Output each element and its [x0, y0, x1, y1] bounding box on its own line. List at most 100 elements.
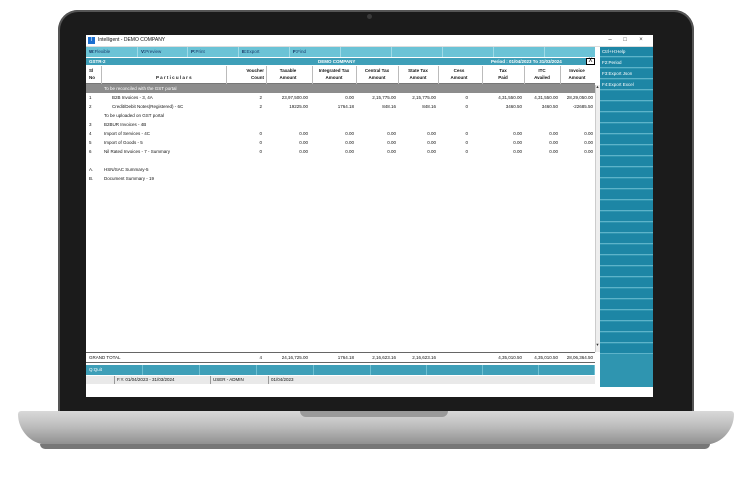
table-row[interactable]: A. HSN/SAC Summary-5 [86, 165, 595, 174]
bottom-empty-button[interactable] [371, 365, 427, 375]
side-empty-button[interactable] [600, 168, 653, 178]
side-button-1[interactable]: F2:Period [600, 58, 653, 68]
cell-cess: 0 [465, 149, 468, 154]
side-empty-button[interactable] [600, 311, 653, 321]
cell-cgst: 0.00 [387, 149, 396, 154]
side-empty-button[interactable] [600, 91, 653, 101]
close-report-button[interactable]: X [586, 58, 595, 65]
toolbar-flexible-button[interactable]: W:Flexible [86, 47, 138, 57]
right-button-panel: Ctrl+H:Help F2:Period F3:Export Json F4:Exp… [600, 47, 653, 387]
toolbar-export-button[interactable]: E:Export [239, 47, 290, 57]
toolbar-print-button[interactable]: P:Print [188, 47, 239, 57]
side-empty-button[interactable] [600, 223, 653, 233]
side-empty-button[interactable] [600, 113, 653, 123]
table-row[interactable] [86, 156, 595, 165]
side-empty-button[interactable] [600, 289, 653, 299]
column-divider [560, 66, 561, 84]
cell-taxpaid: 3460.50 [505, 104, 522, 109]
column-divider [524, 66, 525, 84]
table-row[interactable]: 4 Import of Services - 4C 0 0.00 0.00 0.00 0.0… [86, 129, 595, 138]
company-name: DEMO COMPANY [318, 59, 356, 64]
cell-invoice: 0.00 [584, 140, 593, 145]
cell-sl: B. [89, 176, 94, 181]
cell-taxable: 23,97,500.00 [281, 95, 308, 100]
toolbar-empty-button[interactable] [443, 47, 494, 57]
cell-sl: 1 [89, 95, 92, 100]
bottom-empty-button[interactable] [257, 365, 314, 375]
side-empty-button[interactable] [600, 146, 653, 156]
cell-igst: 0.00 [345, 95, 354, 100]
side-empty-button[interactable] [600, 157, 653, 167]
side-empty-button[interactable] [600, 135, 653, 145]
side-empty-button[interactable] [600, 333, 653, 343]
laptop-trackpad-notch [300, 411, 448, 417]
grand-total-label: GRAND TOTAL [89, 355, 121, 360]
bottom-empty-button[interactable] [539, 365, 595, 375]
side-empty-button[interactable] [600, 234, 653, 244]
webcam-icon [367, 14, 372, 19]
toolbar-find-button[interactable]: F:Find [290, 47, 341, 57]
report-period[interactable]: Period : 01/04/2023 To 31/03/2024 [491, 58, 562, 65]
side-empty-button[interactable] [600, 256, 653, 266]
side-empty-button[interactable] [600, 322, 653, 332]
report-header: GSTR-2 DEMO COMPANY Period : 01/04/2023 … [86, 58, 595, 65]
laptop-base-lip [40, 444, 710, 449]
side-empty-button[interactable] [600, 344, 653, 354]
side-empty-button[interactable] [600, 300, 653, 310]
column-divider [398, 66, 399, 84]
maximize-button[interactable]: □ [619, 36, 631, 45]
table-row[interactable]: 5 Import of Goods - 5 0 0.00 0.00 0.00 0.00 0 0.… [86, 138, 595, 147]
side-empty-button[interactable] [600, 267, 653, 277]
cell-voucher: 2 [259, 95, 262, 100]
table-section-heading-row[interactable]: To be reconciled with the GST portal [86, 84, 595, 93]
side-button-3[interactable]: F4:Export Excel [600, 80, 653, 90]
cell-sl: A. [89, 167, 94, 172]
bottom-empty-button[interactable] [143, 365, 200, 375]
table-row[interactable]: 3 B2BUR Invoices - 4B [86, 120, 595, 129]
cell-particulars: HSN/SAC Summary-5 [104, 167, 149, 172]
column-divider [226, 66, 227, 84]
side-button-0[interactable]: Ctrl+H:Help [600, 47, 653, 57]
side-empty-button[interactable] [600, 190, 653, 200]
side-empty-button[interactable] [600, 245, 653, 255]
status-financial-year: F.Y. 01/04/2023 - 31/03/2024 [114, 376, 174, 384]
toolbar-preview-button[interactable]: V:Preview [138, 47, 188, 57]
side-empty-button[interactable] [600, 278, 653, 288]
cell-sgst: 0.00 [427, 131, 436, 136]
cell-cess: 0 [465, 140, 468, 145]
grand-total-cgst: 2,16,623.16 [372, 355, 396, 360]
cell-invoice: 0.00 [584, 149, 593, 154]
status-date: 01/04/2023 [268, 376, 294, 384]
cell-itc: 0.00 [549, 131, 558, 136]
table-row[interactable]: 2 Credit/Debit Notes(Registered) - 6C 2 192… [86, 102, 595, 111]
table-row[interactable]: To be uploaded on GST portal [86, 111, 595, 120]
bottom-empty-button[interactable] [427, 365, 483, 375]
bottom-empty-button[interactable] [314, 365, 371, 375]
side-button-2[interactable]: F3:Export Json [600, 69, 653, 79]
side-empty-button[interactable] [600, 201, 653, 211]
minimize-button[interactable]: – [604, 36, 616, 45]
toolbar-empty-button[interactable] [392, 47, 443, 57]
toolbar-empty-button[interactable] [494, 47, 545, 57]
side-empty-button[interactable] [600, 212, 653, 222]
close-window-button[interactable]: × [635, 36, 647, 45]
grand-total-voucher: 4 [259, 355, 262, 360]
side-empty-button[interactable] [600, 102, 653, 112]
cell-sl: 2 [89, 104, 92, 109]
table-row[interactable]: 6 Nil Rated Invoices - 7 - Summary 0 0.00 0.… [86, 147, 595, 156]
cell-itc: 0.00 [549, 140, 558, 145]
cell-voucher: 0 [259, 140, 262, 145]
side-empty-button[interactable] [600, 179, 653, 189]
bottom-empty-button[interactable] [483, 365, 539, 375]
table-row[interactable]: 1 B2B Invoices - 3, 4A 2 23,97,500.00 0.00 2,… [86, 93, 595, 102]
quit-button[interactable]: Q:Quit [86, 365, 143, 375]
cell-itc: 0.00 [549, 149, 558, 154]
toolbar-empty-button[interactable] [341, 47, 392, 57]
cell-igst: 0.00 [345, 149, 354, 154]
cell-igst: 0.00 [345, 140, 354, 145]
grand-total-tax-paid: 4,35,010.50 [498, 355, 522, 360]
side-empty-button[interactable] [600, 124, 653, 134]
table-row[interactable]: B. Document Summary - 19 [86, 174, 595, 183]
col-voucher-count: Voucher Count [246, 68, 264, 80]
bottom-empty-button[interactable] [200, 365, 257, 375]
